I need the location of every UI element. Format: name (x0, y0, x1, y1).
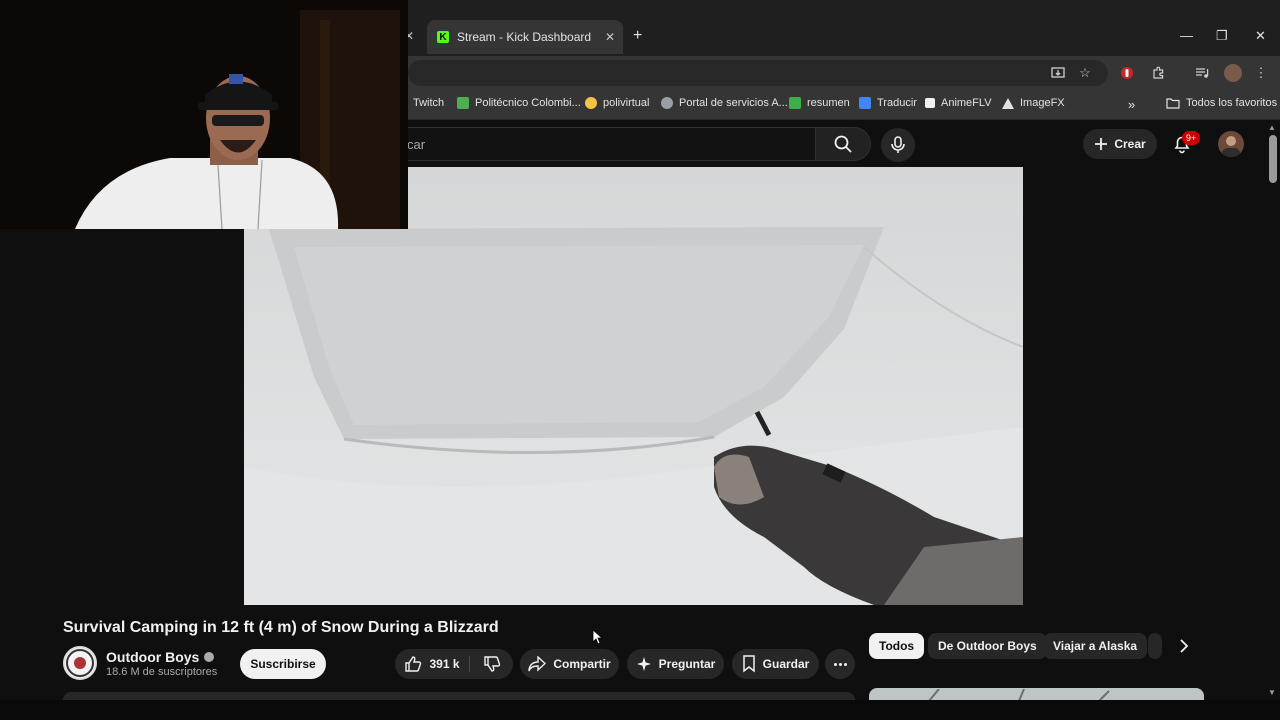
chips-next-button[interactable] (1170, 633, 1198, 659)
webcam-overlay (0, 0, 408, 229)
save-button[interactable]: Guardar (732, 649, 819, 679)
bookmark-polivirtual[interactable]: polivirtual (585, 97, 649, 109)
voice-search-button[interactable] (881, 128, 915, 162)
chevron-right-icon (1180, 639, 1189, 653)
translate-icon (859, 97, 871, 109)
mouse-cursor-icon (592, 629, 602, 645)
search-input[interactable]: car (390, 127, 816, 161)
new-tab-button[interactable]: + (633, 27, 642, 45)
chip-viajar-a-alaska[interactable]: Viajar a Alaska (1043, 633, 1148, 659)
video-frame (244, 167, 1023, 605)
related-video-thumbnail[interactable] (869, 688, 1204, 700)
video-player[interactable] (244, 167, 1023, 605)
search-button[interactable] (815, 127, 871, 161)
all-bookmarks-folder[interactable]: Todos los favoritos (1166, 97, 1277, 109)
bookmark-animeflv[interactable]: AnimeFLV (925, 97, 992, 109)
restore-button[interactable]: ❐ (1216, 28, 1228, 44)
minimize-button[interactable]: — (1180, 28, 1193, 43)
create-button[interactable]: Crear (1083, 129, 1157, 159)
like-button[interactable]: 391 k (395, 649, 469, 679)
scrollbar-thumb[interactable] (1269, 135, 1277, 183)
more-actions-button[interactable] (825, 649, 855, 679)
install-app-icon[interactable] (1050, 65, 1066, 81)
share-icon (528, 656, 547, 672)
politecnico-icon (457, 97, 469, 109)
globe-icon (661, 97, 673, 109)
browser-menu-icon[interactable]: ⋮ (1253, 65, 1269, 81)
tab-close-icon[interactable]: ✕ (605, 30, 615, 44)
media-control-icon[interactable] (1194, 65, 1210, 81)
bookmark-twitch[interactable]: Twitch (413, 97, 444, 109)
more-dot (843, 662, 847, 666)
share-button[interactable]: Compartir (520, 649, 619, 679)
subscribe-button[interactable]: Suscribirse (240, 649, 326, 679)
bookmark-resumen[interactable]: resumen (789, 97, 850, 109)
chip-truncated[interactable] (1148, 633, 1162, 659)
plus-icon (1095, 138, 1108, 150)
channel-name[interactable]: Outdoor Boys (106, 649, 215, 665)
kick-icon: K (437, 31, 449, 43)
notification-count-badge: 9+ (1182, 131, 1201, 145)
video-title: Survival Camping in 12 ft (4 m) of Snow … (63, 619, 499, 636)
thumbs-up-icon (405, 656, 422, 672)
folder-icon (1166, 98, 1180, 109)
dislike-button[interactable] (470, 649, 513, 679)
imagefx-icon (1002, 97, 1014, 109)
ask-button[interactable]: Preguntar (627, 649, 724, 679)
mic-icon (891, 136, 905, 153)
channel-avatar[interactable] (63, 646, 97, 680)
star-icon[interactable]: ☆ (1077, 65, 1093, 81)
address-bar[interactable] (408, 60, 1108, 86)
extensions-puzzle-icon[interactable] (1150, 65, 1166, 81)
chip-todos[interactable]: Todos (869, 633, 925, 659)
like-dislike-group: 391 k (395, 649, 513, 679)
verified-badge-icon (204, 652, 215, 662)
extension-red-icon[interactable] (1119, 65, 1135, 81)
hand-icon (585, 97, 597, 109)
bookmark-politecnico[interactable]: Politécnico Colombi... (457, 97, 581, 109)
description-box[interactable] (63, 692, 855, 700)
bookmark-traducir[interactable]: Traducir (859, 97, 917, 109)
like-count: 391 k (429, 657, 460, 671)
more-dot (838, 662, 842, 666)
bookmarks-overflow-button[interactable]: » (1128, 97, 1135, 112)
search-icon (834, 135, 852, 153)
tab-kick-dashboard[interactable]: K Stream - Kick Dashboard ✕ (427, 20, 623, 54)
account-avatar[interactable] (1218, 131, 1244, 157)
bookmark-portal-servicios[interactable]: Portal de servicios A... (661, 97, 788, 109)
bottom-edge (0, 700, 1280, 720)
close-window-button[interactable]: ✕ (1255, 28, 1266, 44)
bookmark-icon (742, 655, 755, 673)
animeflv-icon (925, 98, 935, 108)
subscriber-count: 18.6 M de suscriptores (106, 666, 218, 678)
scroll-up-arrow[interactable]: ▲ (1268, 123, 1276, 132)
resumen-icon (789, 97, 801, 109)
chip-de-outdoor-boys[interactable]: De Outdoor Boys (928, 633, 1047, 659)
bookmark-imagefx[interactable]: ImageFX (1002, 97, 1065, 109)
streamer-camera-feed (0, 0, 408, 229)
thumbs-down-icon (483, 656, 500, 672)
browser-profile-avatar[interactable] (1224, 64, 1242, 82)
scroll-down-arrow[interactable]: ▼ (1268, 688, 1276, 697)
sparkle-icon (636, 657, 651, 671)
more-dot (833, 662, 837, 666)
page-scrollbar[interactable] (1266, 120, 1280, 700)
tab-title: Stream - Kick Dashboard (457, 30, 592, 44)
